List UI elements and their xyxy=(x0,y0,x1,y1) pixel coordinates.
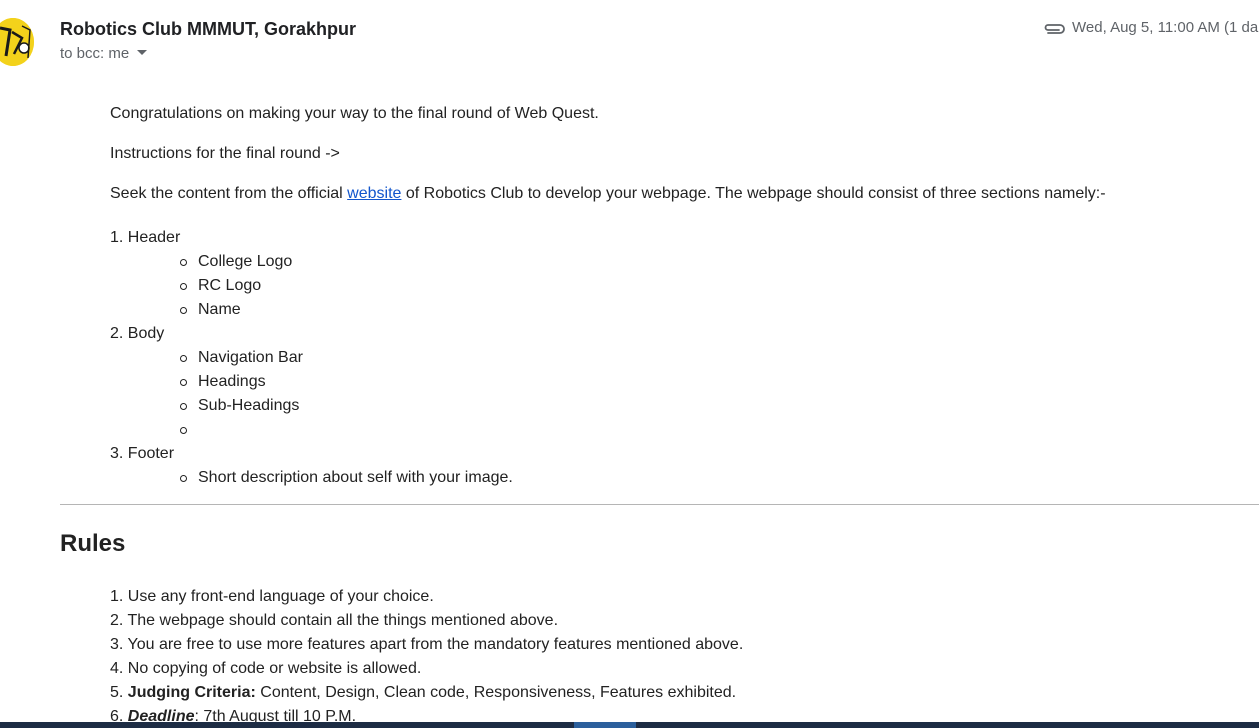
judging-label: Judging Criteria: xyxy=(127,684,256,701)
robotics-club-logo-icon xyxy=(0,18,34,66)
list-item: 1. Use any front-end language of your ch… xyxy=(110,588,434,605)
section-header: 1. Header College Logo RC Logo Name xyxy=(110,226,513,322)
rules-list: 1. Use any front-end language of your ch… xyxy=(110,585,743,728)
seek-text-end: of Robotics Club to develop your webpage… xyxy=(401,185,1106,202)
section-label: 1. Header xyxy=(110,229,181,246)
section-footer: 3. Footer Short description about self w… xyxy=(110,442,513,490)
seek-paragraph: Seek the content from the official websi… xyxy=(110,185,1106,203)
sender-name[interactable]: Robotics Club MMMUT, Gorakhpur xyxy=(60,19,356,40)
message-date: Wed, Aug 5, 11:00 AM (1 da xyxy=(1072,19,1259,36)
list-item: Headings xyxy=(180,370,513,394)
section-sublist: Navigation Bar Headings Sub-Headings xyxy=(180,346,513,442)
instructions-text: Instructions for the final round -> xyxy=(110,145,340,162)
section-body: 2. Body Navigation Bar Headings Sub-Head… xyxy=(110,322,513,442)
section-sublist: Short description about self with your i… xyxy=(180,466,513,490)
list-number: 5. xyxy=(110,684,128,701)
section-label: 2. Body xyxy=(110,325,165,342)
recipients-line[interactable]: to bcc: me xyxy=(60,45,148,62)
recipients-text: to bcc: me xyxy=(60,45,130,62)
message-meta: Wed, Aug 5, 11:00 AM (1 da xyxy=(1042,19,1258,40)
list-item: Short description about self with your i… xyxy=(180,466,513,490)
judging-criteria-item: 5. Judging Criteria: Content, Design, Cl… xyxy=(110,681,743,705)
email-view: Robotics Club MMMUT, Gorakhpur to bcc: m… xyxy=(0,0,1259,728)
seek-text-start: Seek the content from the official xyxy=(110,185,348,202)
list-item: Sub-Headings xyxy=(180,394,513,418)
section-label: 3. Footer xyxy=(110,445,175,462)
taskbar-strip xyxy=(0,722,1259,728)
chevron-down-icon[interactable] xyxy=(137,50,148,55)
section-sublist: College Logo RC Logo Name xyxy=(180,250,513,322)
horizontal-divider xyxy=(60,504,1259,505)
list-item: College Logo xyxy=(180,250,513,274)
sender-avatar[interactable] xyxy=(0,18,34,66)
list-item: 4. No copying of code or website is allo… xyxy=(110,660,422,677)
list-item: Navigation Bar xyxy=(180,346,513,370)
congrats-text: Congratulations on making your way to th… xyxy=(110,105,599,122)
paperclip-icon xyxy=(1042,22,1066,40)
list-item: RC Logo xyxy=(180,274,513,298)
list-item xyxy=(180,418,513,442)
rules-heading: Rules xyxy=(60,530,126,557)
sections-list: 1. Header College Logo RC Logo Name 2. B… xyxy=(110,226,513,490)
list-item: 3. You are free to use more features apa… xyxy=(110,636,744,653)
website-link[interactable]: website xyxy=(347,185,401,202)
taskbar-active-segment[interactable] xyxy=(574,722,636,728)
list-item: Name xyxy=(180,298,513,322)
judging-text: Content, Design, Clean code, Responsiven… xyxy=(255,684,737,701)
list-item: 2. The webpage should contain all the th… xyxy=(110,612,559,629)
